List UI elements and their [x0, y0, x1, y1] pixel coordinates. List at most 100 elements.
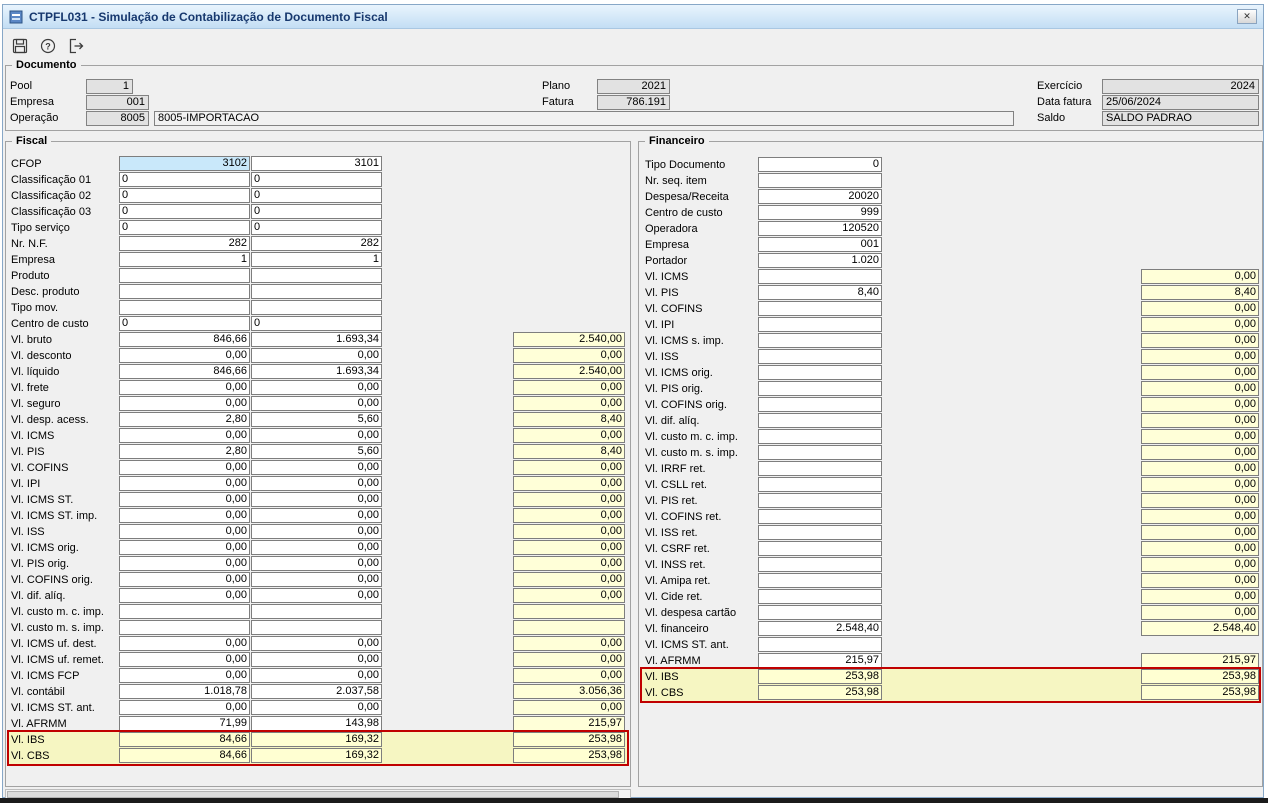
fiscal-cell[interactable]: 2,80 — [119, 412, 250, 427]
financeiro-cell[interactable]: 253,98 — [758, 685, 882, 700]
fiscal-cell[interactable]: 0 — [251, 316, 382, 331]
financeiro-cell[interactable] — [758, 333, 882, 348]
fiscal-cell[interactable]: 2,80 — [119, 444, 250, 459]
financeiro-cell[interactable] — [758, 445, 882, 460]
fiscal-cell[interactable] — [119, 604, 250, 619]
help-button[interactable]: ? — [37, 35, 59, 57]
scrollbar-thumb[interactable] — [7, 791, 619, 798]
financeiro-cell[interactable] — [758, 525, 882, 540]
fiscal-cell[interactable]: 0,00 — [119, 492, 250, 507]
fiscal-cell[interactable]: 0,00 — [251, 572, 382, 587]
fiscal-cell[interactable]: 0,00 — [251, 556, 382, 571]
fiscal-cell[interactable]: 846,66 — [119, 364, 250, 379]
fiscal-cell[interactable]: 0,00 — [119, 508, 250, 523]
fiscal-cell[interactable]: 846,66 — [119, 332, 250, 347]
fiscal-cell[interactable]: 2.037,58 — [251, 684, 382, 699]
fiscal-cell[interactable]: 0,00 — [119, 380, 250, 395]
fiscal-cell[interactable]: 0,00 — [251, 508, 382, 523]
fiscal-cell[interactable] — [119, 268, 250, 283]
fiscal-cell[interactable]: 0,00 — [119, 588, 250, 603]
fiscal-cell[interactable]: 0,00 — [119, 556, 250, 571]
fiscal-cell[interactable]: 1 — [251, 252, 382, 267]
fiscal-cell[interactable]: 0,00 — [119, 700, 250, 715]
fiscal-cell[interactable] — [119, 284, 250, 299]
exit-button[interactable] — [65, 35, 87, 57]
financeiro-cell[interactable] — [758, 365, 882, 380]
financeiro-cell[interactable] — [758, 301, 882, 316]
fiscal-cell[interactable]: 3101 — [251, 156, 382, 171]
financeiro-cell[interactable]: 0 — [758, 157, 882, 172]
financeiro-cell[interactable] — [758, 477, 882, 492]
fiscal-cell[interactable]: 3102 — [119, 156, 250, 171]
fiscal-cell[interactable]: 143,98 — [251, 716, 382, 731]
fiscal-cell[interactable]: 0 — [119, 220, 250, 235]
fiscal-cell[interactable]: 0 — [251, 172, 382, 187]
fiscal-cell[interactable]: 0,00 — [251, 540, 382, 555]
fiscal-cell[interactable]: 0,00 — [251, 652, 382, 667]
fiscal-cell[interactable]: 0,00 — [119, 460, 250, 475]
fiscal-cell[interactable]: 169,32 — [251, 732, 382, 747]
fiscal-cell[interactable]: 0,00 — [251, 348, 382, 363]
financeiro-cell[interactable]: 8,40 — [758, 285, 882, 300]
fiscal-cell[interactable]: 0,00 — [119, 476, 250, 491]
financeiro-cell[interactable] — [758, 413, 882, 428]
financeiro-cell[interactable]: 2.548,40 — [758, 621, 882, 636]
fiscal-cell[interactable]: 0,00 — [251, 380, 382, 395]
fiscal-cell[interactable]: 0,00 — [119, 524, 250, 539]
financeiro-cell[interactable]: 001 — [758, 237, 882, 252]
fiscal-cell[interactable]: 0 — [251, 188, 382, 203]
fiscal-cell[interactable]: 0,00 — [119, 636, 250, 651]
fiscal-cell[interactable]: 5,60 — [251, 412, 382, 427]
fiscal-cell[interactable] — [119, 620, 250, 635]
financeiro-cell[interactable] — [758, 397, 882, 412]
financeiro-cell[interactable] — [758, 493, 882, 508]
fiscal-cell[interactable]: 0,00 — [119, 396, 250, 411]
fiscal-cell[interactable]: 0,00 — [119, 428, 250, 443]
financeiro-cell[interactable] — [758, 173, 882, 188]
financeiro-cell[interactable] — [758, 509, 882, 524]
fiscal-cell[interactable]: 0 — [119, 316, 250, 331]
save-button[interactable] — [9, 35, 31, 57]
fiscal-cell[interactable]: 0,00 — [251, 476, 382, 491]
financeiro-cell[interactable] — [758, 541, 882, 556]
financeiro-cell[interactable]: 1.020 — [758, 253, 882, 268]
financeiro-cell[interactable] — [758, 637, 882, 652]
fiscal-cell[interactable] — [251, 300, 382, 315]
financeiro-cell[interactable]: 20020 — [758, 189, 882, 204]
financeiro-cell[interactable] — [758, 429, 882, 444]
fiscal-cell[interactable] — [251, 620, 382, 635]
fiscal-cell[interactable]: 0,00 — [251, 428, 382, 443]
fiscal-cell[interactable]: 0,00 — [119, 652, 250, 667]
financeiro-cell[interactable] — [758, 573, 882, 588]
title-bar[interactable]: CTPFL031 - Simulação de Contabilização d… — [3, 5, 1263, 29]
fiscal-cell[interactable] — [251, 604, 382, 619]
fiscal-cell[interactable] — [251, 268, 382, 283]
fiscal-cell[interactable]: 0 — [119, 188, 250, 203]
fiscal-cell[interactable]: 0,00 — [119, 540, 250, 555]
fiscal-cell[interactable]: 84,66 — [119, 732, 250, 747]
financeiro-cell[interactable] — [758, 557, 882, 572]
fiscal-cell[interactable]: 0,00 — [119, 572, 250, 587]
fiscal-cell[interactable]: 0,00 — [251, 588, 382, 603]
fiscal-cell[interactable]: 71,99 — [119, 716, 250, 731]
fiscal-cell[interactable]: 0,00 — [251, 636, 382, 651]
fiscal-cell[interactable]: 0,00 — [119, 348, 250, 363]
fiscal-cell[interactable]: 0,00 — [251, 524, 382, 539]
financeiro-cell[interactable] — [758, 605, 882, 620]
fiscal-cell[interactable]: 84,66 — [119, 748, 250, 763]
fiscal-cell[interactable]: 0 — [119, 204, 250, 219]
fiscal-cell[interactable]: 1 — [119, 252, 250, 267]
financeiro-cell[interactable] — [758, 381, 882, 396]
financeiro-cell[interactable] — [758, 461, 882, 476]
fiscal-cell[interactable]: 282 — [251, 236, 382, 251]
financeiro-cell[interactable] — [758, 269, 882, 284]
fiscal-cell[interactable]: 0,00 — [119, 668, 250, 683]
financeiro-cell[interactable]: 253,98 — [758, 669, 882, 684]
financeiro-cell[interactable] — [758, 317, 882, 332]
fiscal-cell[interactable]: 1.693,34 — [251, 364, 382, 379]
financeiro-cell[interactable]: 215,97 — [758, 653, 882, 668]
financeiro-cell[interactable]: 120520 — [758, 221, 882, 236]
close-button[interactable]: ✕ — [1237, 9, 1257, 24]
financeiro-cell[interactable] — [758, 349, 882, 364]
financeiro-cell[interactable]: 999 — [758, 205, 882, 220]
